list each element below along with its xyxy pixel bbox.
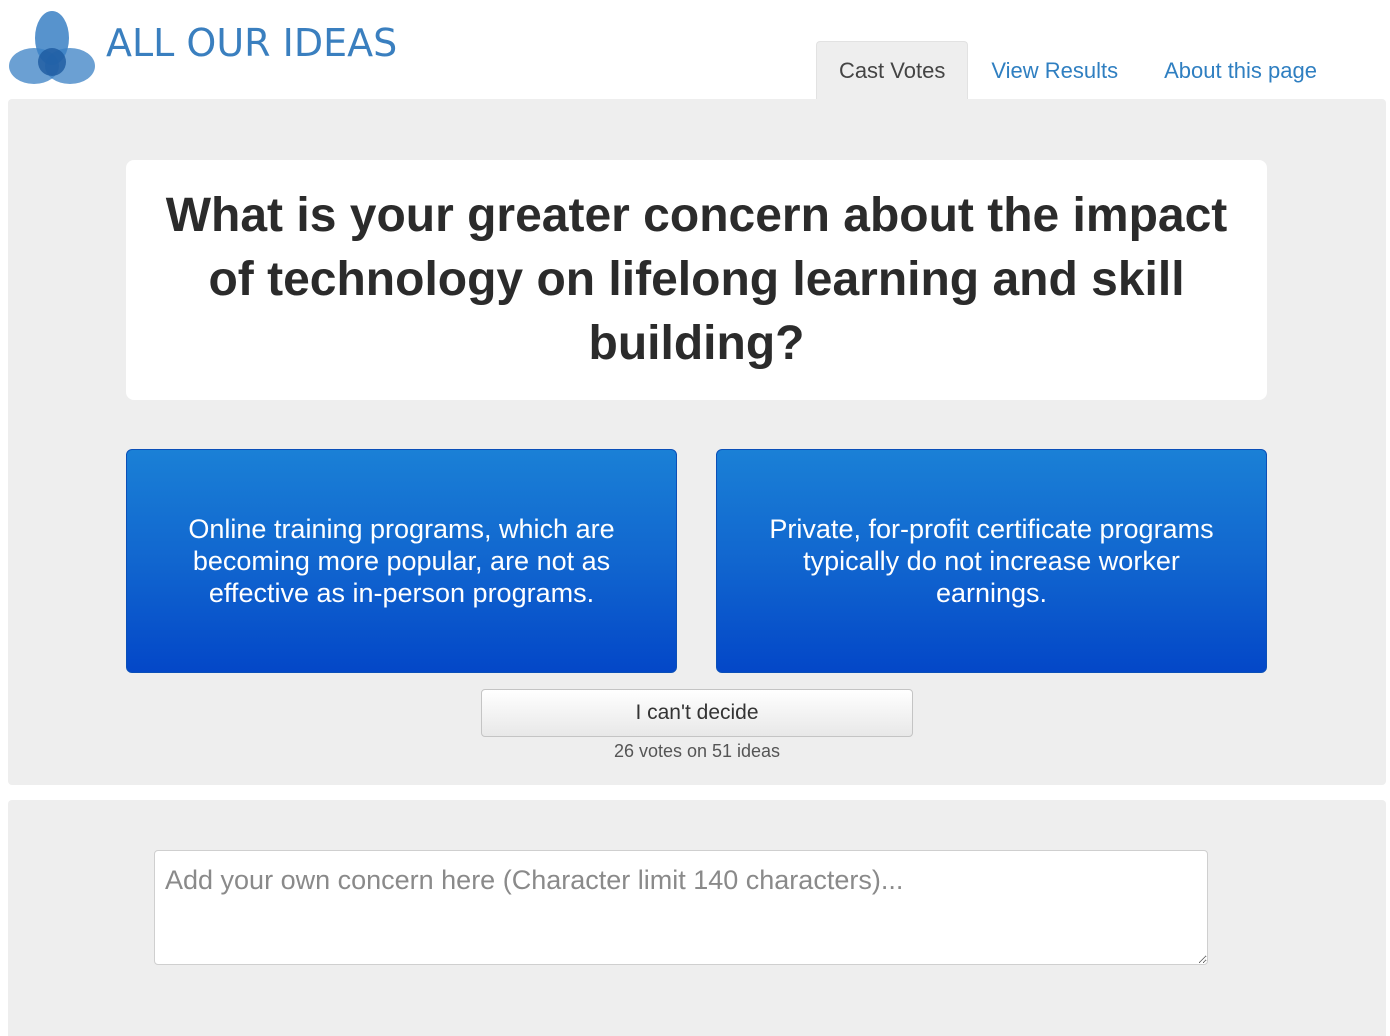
cant-decide-button[interactable]: I can't decide [481, 689, 913, 737]
brand-logo[interactable]: ALL OUR IDEAS [8, 8, 428, 92]
triple-petal-logo-icon [9, 11, 95, 84]
add-idea-panel [8, 800, 1386, 1036]
question-card: What is your greater concern about the i… [126, 160, 1267, 400]
tab-cast-votes[interactable]: Cast Votes [815, 41, 969, 100]
voting-panel: What is your greater concern about the i… [8, 99, 1386, 785]
add-idea-input[interactable] [154, 850, 1208, 965]
nav-tabs: Cast Votes View Results About this page [815, 40, 1340, 100]
choice-right-button[interactable]: Private, for-profit certificate programs… [716, 449, 1267, 673]
brand-name: ALL OUR IDEAS [106, 21, 398, 65]
question-title: What is your greater concern about the i… [165, 189, 1228, 370]
tab-about-page[interactable]: About this page [1141, 41, 1340, 100]
vote-summary: 26 votes on 51 ideas [613, 741, 781, 761]
site-header: ALL OUR IDEAS Cast Votes View Results Ab… [0, 0, 1390, 100]
choice-left-button[interactable]: Online training programs, which are beco… [126, 449, 677, 673]
tab-view-results[interactable]: View Results [968, 41, 1141, 100]
